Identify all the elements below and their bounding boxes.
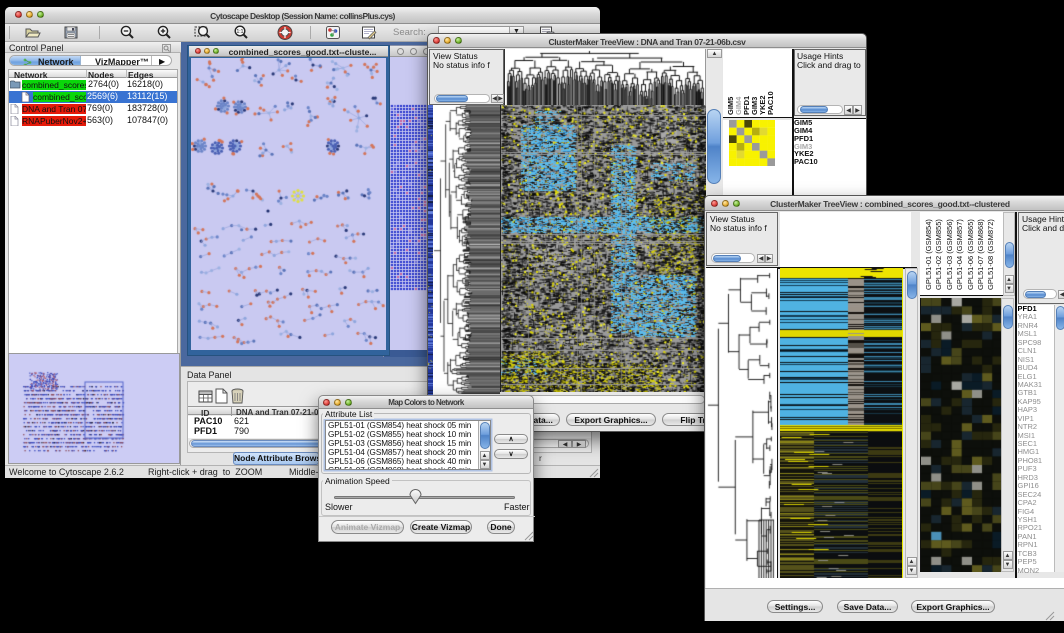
svg-text:1:1: 1:1 xyxy=(237,29,244,35)
